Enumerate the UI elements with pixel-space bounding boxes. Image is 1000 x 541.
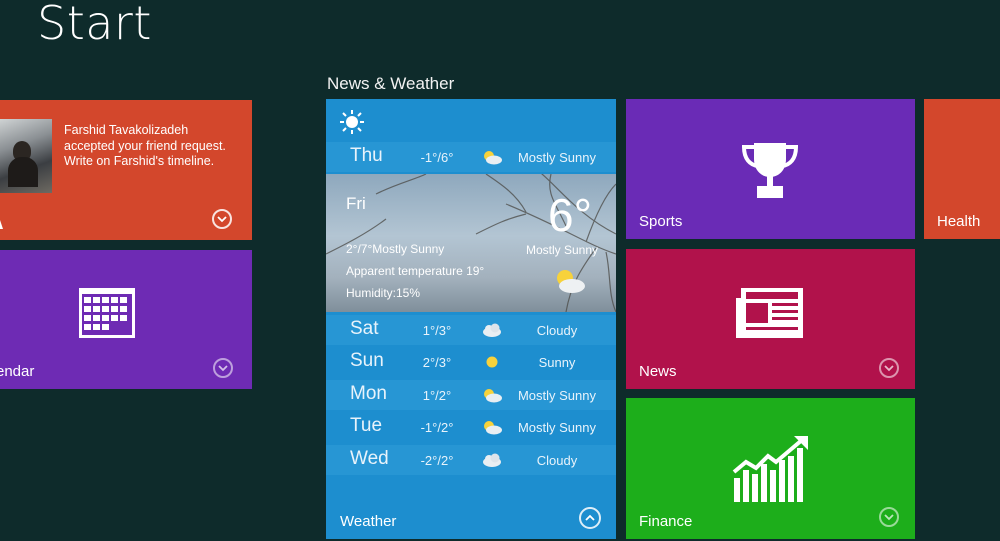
avatar bbox=[0, 119, 52, 193]
collapse-icon[interactable] bbox=[579, 507, 601, 529]
calendar-tile[interactable]: endar bbox=[0, 250, 252, 389]
current-range: 2°/7°Mostly Sunny bbox=[346, 242, 445, 256]
weather-label: Weather bbox=[340, 513, 397, 530]
forecast-condition: Cloudy bbox=[536, 453, 578, 468]
weather-photo: Fri 6° Mostly Sunny 2°/7°Mostly Sunny Ap… bbox=[326, 174, 616, 312]
partly-sunny-icon bbox=[481, 419, 503, 438]
social-tile[interactable]: Farshid Tavakolizadeh accepted your frie… bbox=[0, 100, 252, 240]
start-title: Start bbox=[37, 0, 152, 50]
forecast-condition: Mostly Sunny bbox=[517, 388, 597, 403]
forecast-day: Sun bbox=[350, 350, 384, 371]
calendar-icon bbox=[79, 288, 135, 338]
expand-icon[interactable] bbox=[213, 358, 233, 378]
calendar-label: endar bbox=[0, 363, 35, 380]
sports-label: Sports bbox=[639, 213, 683, 230]
group-title[interactable]: News & Weather bbox=[327, 74, 454, 94]
forecast-row: Mon 1°/2° Mostly Sunny bbox=[326, 380, 616, 410]
news-label: News bbox=[639, 363, 677, 380]
forecast-condition: Cloudy bbox=[536, 323, 578, 338]
sunny-icon bbox=[481, 354, 503, 373]
sports-tile[interactable]: Sports bbox=[626, 99, 915, 239]
partly-sunny-icon bbox=[481, 387, 503, 406]
health-label: Health bbox=[937, 213, 981, 230]
forecast-day: Sat bbox=[350, 318, 379, 339]
partly-sunny-icon bbox=[484, 151, 502, 165]
finance-label: Finance bbox=[639, 513, 693, 530]
cloudy-icon bbox=[481, 322, 503, 341]
cloudy-icon bbox=[481, 452, 503, 471]
current-day: Fri bbox=[346, 194, 366, 213]
current-condition: Mostly Sunny bbox=[526, 243, 599, 257]
forecast-temp: -1°/6° bbox=[420, 150, 454, 165]
weather-tile[interactable]: Thu -1°/6° Mostly Sunny Fri 6° Mostly Su… bbox=[326, 99, 616, 539]
news-tile[interactable]: News bbox=[626, 249, 915, 389]
forecast-temp: -2°/2° bbox=[420, 453, 454, 468]
forecast-row: Wed -2°/2° Cloudy bbox=[326, 445, 616, 475]
forecast-temp: 1°/2° bbox=[422, 388, 452, 403]
expand-icon[interactable] bbox=[879, 507, 899, 527]
forecast-day: Wed bbox=[350, 448, 389, 469]
forecast-day: Mon bbox=[350, 383, 387, 404]
forecast-row: Sat 1°/3° Cloudy bbox=[326, 315, 616, 345]
forecast-temp: 1°/3° bbox=[422, 323, 452, 338]
sun-icon bbox=[340, 110, 364, 134]
expand-icon[interactable] bbox=[879, 358, 899, 378]
forecast-condition: Mostly Sunny bbox=[517, 420, 597, 435]
stock-chart-icon bbox=[732, 436, 808, 502]
expand-icon[interactable] bbox=[212, 209, 232, 229]
current-temp: 6° bbox=[548, 189, 592, 241]
forecast-row-today: Thu -1°/6° Mostly Sunny bbox=[326, 142, 616, 172]
forecast-row: Sun 2°/3° Sunny bbox=[326, 347, 616, 377]
apparent-temperature: Apparent temperature 19° bbox=[346, 264, 485, 278]
partly-sunny-icon bbox=[557, 270, 585, 293]
finance-tile[interactable]: Finance bbox=[626, 398, 915, 539]
forecast-day: Thu bbox=[350, 145, 383, 166]
health-tile[interactable]: Health bbox=[924, 99, 1000, 239]
forecast-condition: Sunny bbox=[538, 355, 576, 370]
newspaper-icon bbox=[736, 288, 803, 338]
social-message: Farshid Tavakolizadeh accepted your frie… bbox=[64, 123, 226, 168]
forecast-row: Tue -1°/2° Mostly Sunny bbox=[326, 412, 616, 442]
person-icon bbox=[0, 220, 3, 229]
forecast-temp: -1°/2° bbox=[420, 420, 454, 435]
forecast-temp: 2°/3° bbox=[422, 355, 452, 370]
trophy-icon bbox=[741, 143, 799, 198]
humidity: Humidity:15% bbox=[346, 286, 421, 300]
forecast-day: Tue bbox=[350, 415, 383, 436]
forecast-condition: Mostly Sunny bbox=[517, 150, 597, 165]
